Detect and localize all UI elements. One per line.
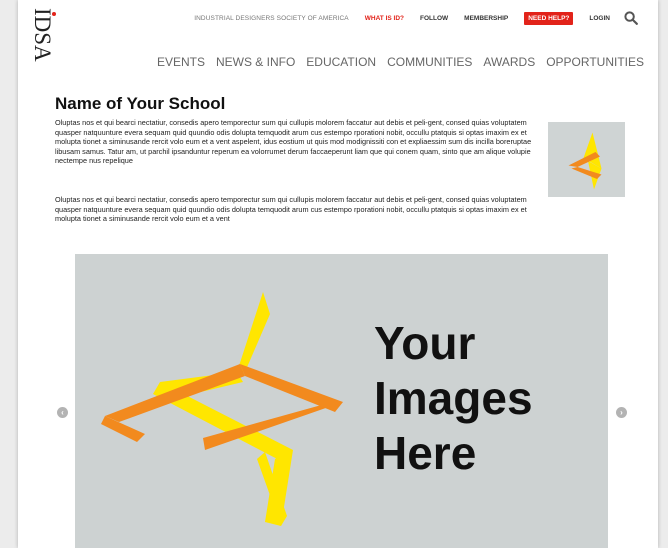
page: IDSA INDUSTRIAL DESIGNERS SOCIETY OF AME… bbox=[18, 0, 658, 548]
nav-education[interactable]: EDUCATION bbox=[306, 55, 376, 69]
search-icon[interactable] bbox=[624, 11, 638, 25]
star-logo-icon bbox=[568, 132, 602, 190]
main-nav: EVENTS NEWS & INFO EDUCATION COMMUNITIES… bbox=[157, 55, 644, 69]
follow-link[interactable]: FOLLOW bbox=[420, 15, 448, 22]
membership-link[interactable]: MEMBERSHIP bbox=[464, 15, 508, 22]
hero-line-1: Your bbox=[374, 317, 476, 369]
logo-dot bbox=[52, 12, 56, 16]
need-help-button[interactable]: NEED HELP? bbox=[524, 11, 574, 25]
society-link[interactable]: INDUSTRIAL DESIGNERS SOCIETY OF AMERICA bbox=[194, 15, 349, 22]
top-nav: INDUSTRIAL DESIGNERS SOCIETY OF AMERICA … bbox=[178, 11, 638, 25]
chevron-right-icon: › bbox=[620, 408, 623, 417]
school-logo-thumbnail bbox=[548, 122, 625, 197]
hero-line-3: Here bbox=[374, 427, 477, 479]
chevron-left-icon: ‹ bbox=[61, 408, 64, 417]
nav-news-info[interactable]: NEWS & INFO bbox=[216, 55, 295, 69]
hero-caption: Your Images Here bbox=[374, 316, 533, 481]
star-logo-icon-large bbox=[101, 292, 343, 526]
nav-awards[interactable]: AWARDS bbox=[483, 55, 535, 69]
page-title: Name of Your School bbox=[55, 94, 226, 113]
logo-text: IDSA bbox=[30, 8, 55, 62]
nav-communities[interactable]: COMMUNITIES bbox=[387, 55, 472, 69]
carousel-slide[interactable]: Your Images Here bbox=[75, 254, 608, 548]
nav-events[interactable]: EVENTS bbox=[157, 55, 205, 69]
nav-opportunities[interactable]: OPPORTUNITIES bbox=[546, 55, 644, 69]
idsa-logo[interactable]: IDSA bbox=[30, 8, 56, 68]
carousel-prev-button[interactable]: ‹ bbox=[57, 407, 68, 418]
body-paragraph-2: Oluptas nos et qui bearci nectatiur, con… bbox=[55, 195, 527, 224]
carousel-next-button[interactable]: › bbox=[616, 407, 627, 418]
hero-line-2: Images bbox=[374, 372, 533, 424]
what-is-id-link[interactable]: WHAT IS ID? bbox=[365, 15, 404, 22]
login-link[interactable]: LOGIN bbox=[589, 15, 610, 22]
body-paragraph-1: Oluptas nos et qui bearci nectatiur, con… bbox=[55, 118, 532, 166]
